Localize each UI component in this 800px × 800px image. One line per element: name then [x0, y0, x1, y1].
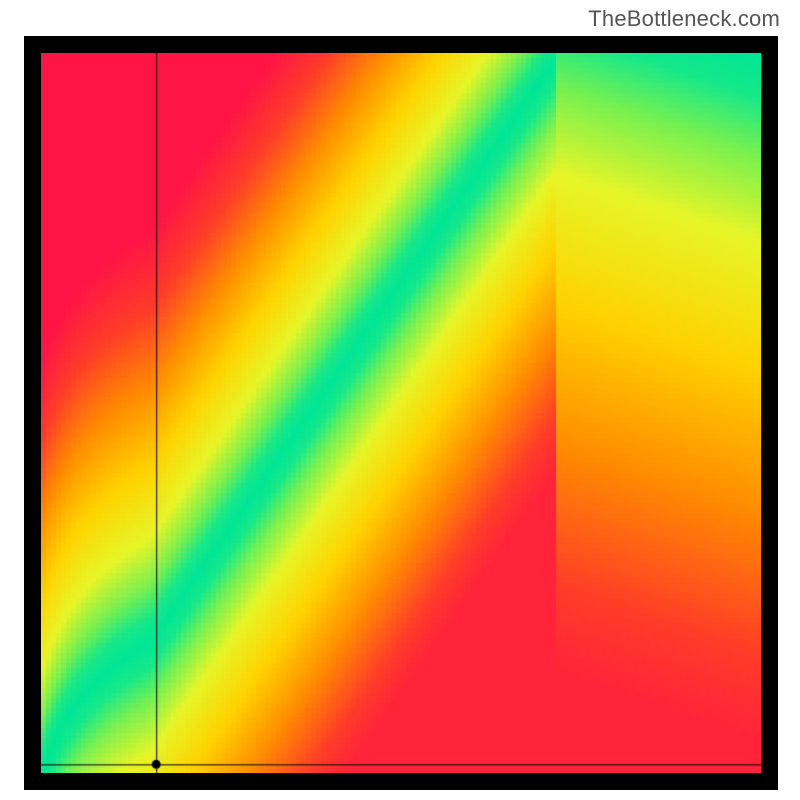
heatmap-canvas [41, 53, 761, 773]
watermark-text: TheBottleneck.com [588, 6, 780, 32]
chart-frame [24, 36, 778, 790]
chart-container: TheBottleneck.com [0, 0, 800, 800]
